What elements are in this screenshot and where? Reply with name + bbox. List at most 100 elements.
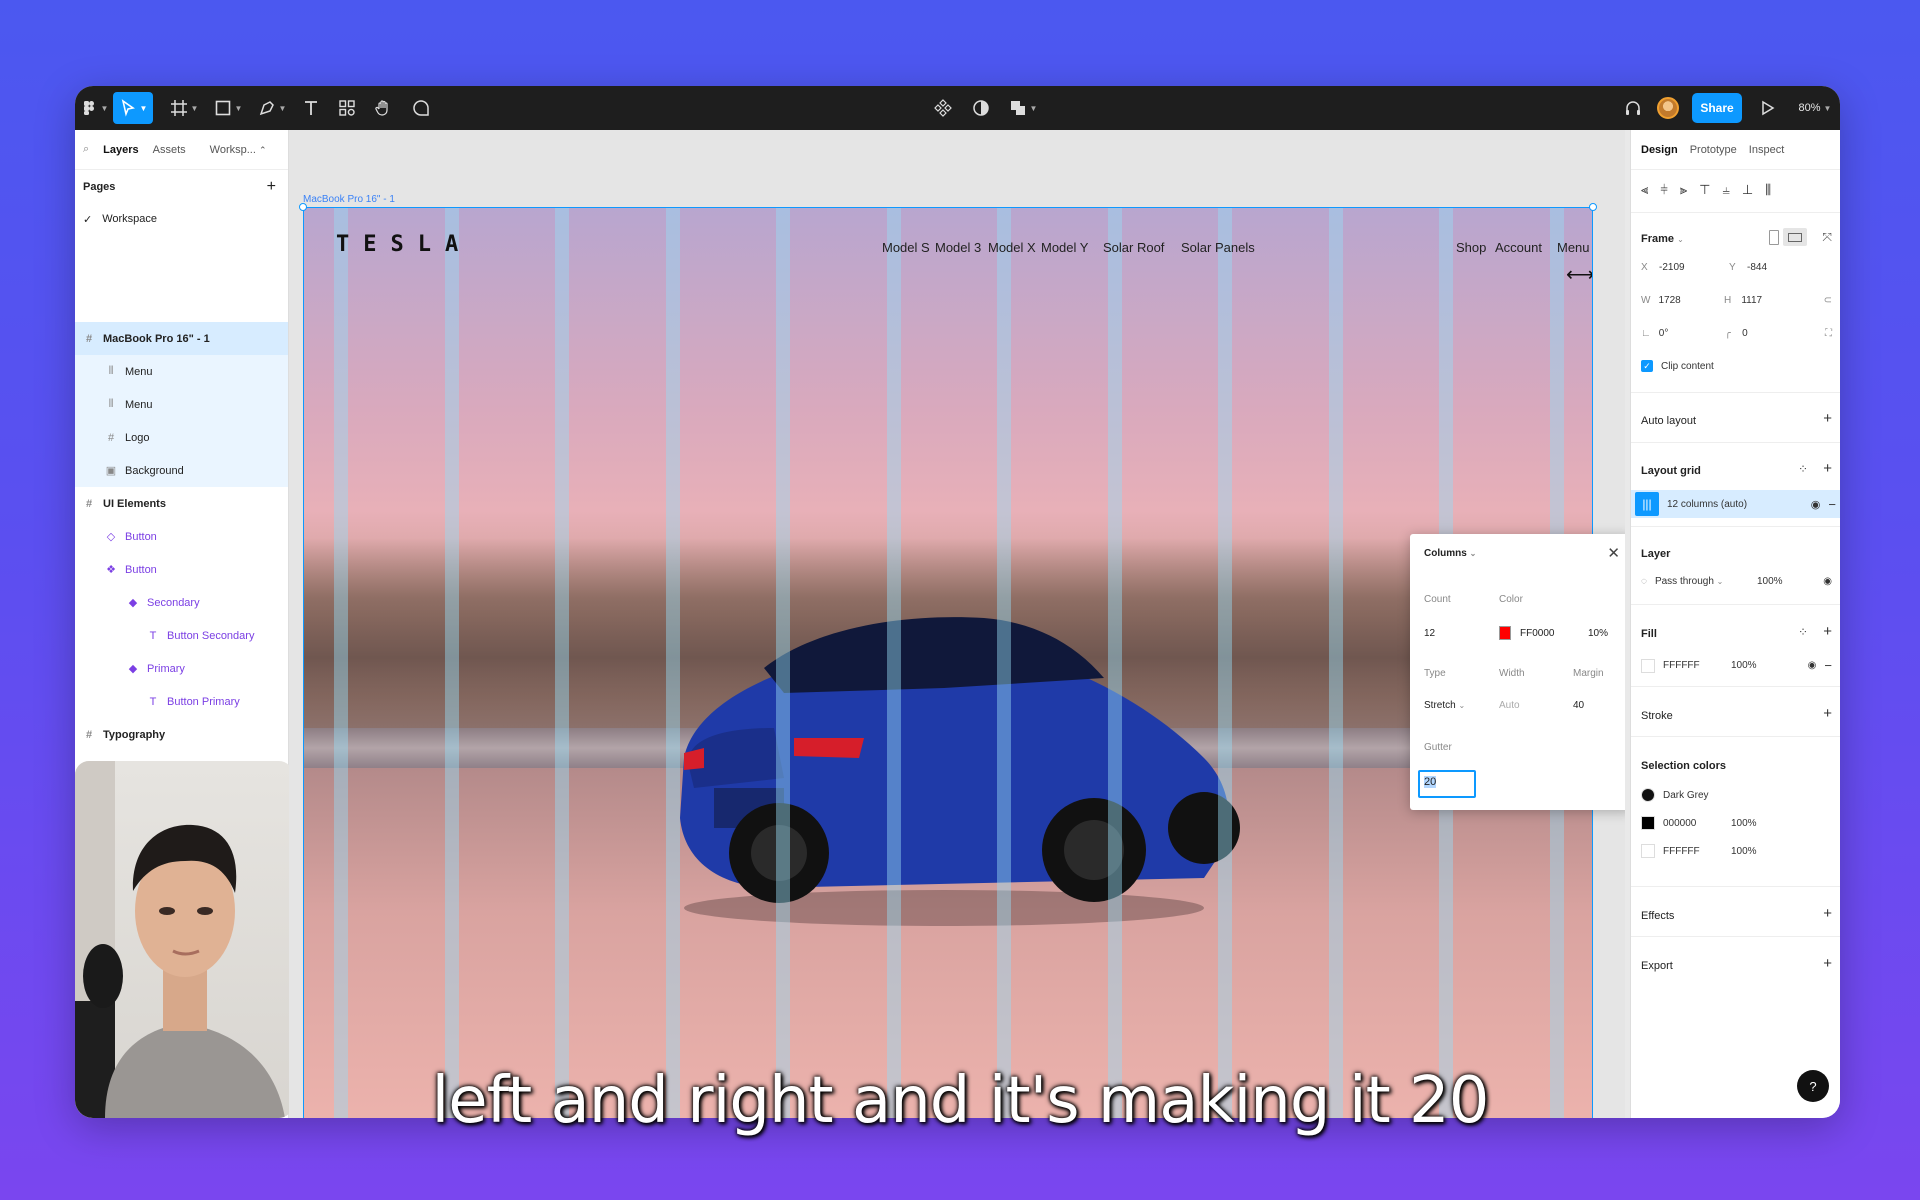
layer-item[interactable]: # UI Elements xyxy=(75,487,288,520)
tab-inspect[interactable]: Inspect xyxy=(1749,144,1784,156)
portrait-icon[interactable] xyxy=(1769,230,1779,245)
columns-grid-icon[interactable]: ||| xyxy=(1635,492,1659,516)
fill-styles-icon[interactable]: ⁘ xyxy=(1798,625,1808,639)
layer-item[interactable]: ▣ Background xyxy=(75,454,288,487)
align-v-center-icon[interactable]: ⫨ xyxy=(1722,182,1729,198)
layer-item[interactable]: T Button Primary xyxy=(75,685,288,718)
layout-grid-item[interactable]: ||| 12 columns (auto) ◉ − xyxy=(1631,490,1840,518)
resize-to-fit-icon[interactable]: ⤧ xyxy=(1822,230,1832,245)
align-left-icon[interactable]: ⫷ xyxy=(1641,182,1648,198)
add-export-icon[interactable]: + xyxy=(1823,955,1832,972)
share-button[interactable]: Share xyxy=(1692,93,1742,123)
macbook-frame[interactable]: TESLA Model S Model 3 Model X Model Y Solar … xyxy=(303,207,1593,1118)
selection-color-row[interactable]: Dark Grey xyxy=(1641,788,1832,802)
nav-link[interactable]: Solar Roof xyxy=(1103,240,1164,255)
nav-link[interactable]: Shop xyxy=(1456,240,1486,255)
workspace-dropdown[interactable]: Worksp... ⌃ xyxy=(210,144,267,156)
layer-item[interactable]: ◆ Secondary xyxy=(75,586,288,619)
close-icon[interactable]: ✕ xyxy=(1607,544,1620,562)
add-layout-grid-icon[interactable]: + xyxy=(1823,460,1832,477)
visibility-icon[interactable]: ◉ xyxy=(1811,498,1821,511)
clip-content-row[interactable]: ✓ Clip content xyxy=(1641,360,1832,372)
color-opacity-input[interactable]: 10% xyxy=(1588,628,1608,639)
tab-design[interactable]: Design xyxy=(1641,144,1678,156)
constrain-icon[interactable]: ⊂ xyxy=(1824,295,1832,306)
fill-visibility-icon[interactable]: ◉ xyxy=(1808,660,1817,671)
pen-tool-icon[interactable]: ▼ xyxy=(255,92,289,124)
present-icon[interactable] xyxy=(1755,92,1779,124)
color-swatch[interactable] xyxy=(1641,816,1655,830)
shape-tool-icon[interactable]: ▼ xyxy=(211,92,245,124)
nav-link[interactable]: Model 3 xyxy=(935,240,981,255)
align-right-icon[interactable]: ⫸ xyxy=(1680,182,1687,198)
layer-item[interactable]: ❖ Button xyxy=(75,553,288,586)
align-top-icon[interactable]: ⊤ xyxy=(1699,182,1710,198)
fill-opacity-input[interactable]: 100% xyxy=(1731,660,1800,671)
rotation-input[interactable]: 0° xyxy=(1659,328,1717,339)
tab-layers[interactable]: Layers xyxy=(103,144,138,156)
independent-corners-icon[interactable]: ⛶ xyxy=(1825,328,1832,339)
text-tool-icon[interactable] xyxy=(299,92,323,124)
figma-menu-icon[interactable]: ▼ xyxy=(79,92,109,124)
distribute-icon[interactable]: ⫼ xyxy=(1765,182,1771,198)
radius-input[interactable]: 0 xyxy=(1742,328,1817,339)
frame-tool-icon[interactable]: ▼ xyxy=(167,92,201,124)
width-input[interactable]: Auto xyxy=(1499,700,1520,711)
align-bottom-icon[interactable]: ⊥ xyxy=(1742,182,1753,198)
add-page-icon[interactable]: + xyxy=(267,178,276,196)
nav-link[interactable]: Account xyxy=(1495,240,1542,255)
fill-hex-input[interactable]: FFFFFF xyxy=(1663,660,1723,671)
avatar[interactable] xyxy=(1655,92,1681,124)
design-canvas[interactable]: MacBook Pro 16" - 1 TESLA Model S Model … xyxy=(289,130,1625,1118)
layer-item[interactable]: # Typography xyxy=(75,718,288,751)
mask-icon[interactable] xyxy=(969,92,993,124)
nav-link[interactable]: Solar Panels xyxy=(1181,240,1255,255)
gutter-input[interactable]: 20 xyxy=(1418,770,1476,798)
layer-item[interactable]: T Button Secondary xyxy=(75,619,288,652)
layer-item[interactable]: ◇ Button xyxy=(75,520,288,553)
y-input[interactable]: -844 xyxy=(1747,262,1767,273)
grid-styles-icon[interactable]: ⁘ xyxy=(1798,462,1808,476)
component-icon[interactable] xyxy=(931,92,955,124)
layer-item[interactable]: ◆ Primary xyxy=(75,652,288,685)
fill-swatch[interactable] xyxy=(1641,658,1655,673)
h-input[interactable]: 1117 xyxy=(1741,295,1815,306)
selection-color-row[interactable]: FFFFFF 100% xyxy=(1641,844,1832,858)
nav-link[interactable]: Model S xyxy=(882,240,930,255)
nav-link[interactable]: Model X xyxy=(988,240,1036,255)
tab-assets[interactable]: Assets xyxy=(153,144,186,156)
remove-fill-icon[interactable]: − xyxy=(1824,658,1832,673)
blend-mode-select[interactable]: Pass through ⌄ xyxy=(1655,576,1749,587)
layer-item[interactable]: ⫴ Menu xyxy=(75,388,288,421)
layer-item[interactable]: # Logo xyxy=(75,421,288,454)
type-select[interactable]: Stretch ⌄ xyxy=(1424,700,1465,711)
tab-prototype[interactable]: Prototype xyxy=(1690,144,1737,156)
headphones-icon[interactable] xyxy=(1621,92,1645,124)
color-swatch[interactable] xyxy=(1641,788,1655,802)
boolean-icon[interactable]: ▼ xyxy=(1005,92,1041,124)
move-tool-icon[interactable]: ▼ xyxy=(113,92,153,124)
search-icon[interactable]: ⌕ xyxy=(83,143,89,156)
comment-tool-icon[interactable] xyxy=(409,92,433,124)
resize-handle[interactable] xyxy=(299,203,307,211)
resources-icon[interactable] xyxy=(335,92,359,124)
nav-link[interactable]: Menu xyxy=(1557,240,1590,255)
align-h-center-icon[interactable]: ⫩ xyxy=(1660,182,1667,198)
margin-input[interactable]: 40 xyxy=(1573,700,1584,711)
remove-grid-icon[interactable]: − xyxy=(1828,497,1836,512)
frame-dropdown[interactable]: Frame ⌄ xyxy=(1641,233,1684,245)
add-stroke-icon[interactable]: + xyxy=(1823,705,1832,722)
color-swatch[interactable] xyxy=(1499,626,1511,640)
layer-item[interactable]: # MacBook Pro 16" - 1 xyxy=(75,322,288,355)
zoom-level[interactable]: 80% ▼ xyxy=(1793,92,1837,124)
page-workspace[interactable]: ✓ Workspace xyxy=(75,204,288,234)
color-hex-input[interactable]: FF0000 xyxy=(1520,628,1554,639)
nav-link[interactable]: Model Y xyxy=(1041,240,1088,255)
count-input[interactable]: 12 xyxy=(1424,628,1435,639)
landscape-icon[interactable] xyxy=(1783,228,1807,246)
layer-opacity-input[interactable]: 100% xyxy=(1757,576,1815,587)
selection-color-row[interactable]: 000000 100% xyxy=(1641,816,1832,830)
columns-dropdown[interactable]: Columns ⌄ xyxy=(1424,548,1476,559)
clip-content-checkbox[interactable]: ✓ xyxy=(1641,360,1653,372)
add-fill-icon[interactable]: + xyxy=(1823,623,1832,640)
